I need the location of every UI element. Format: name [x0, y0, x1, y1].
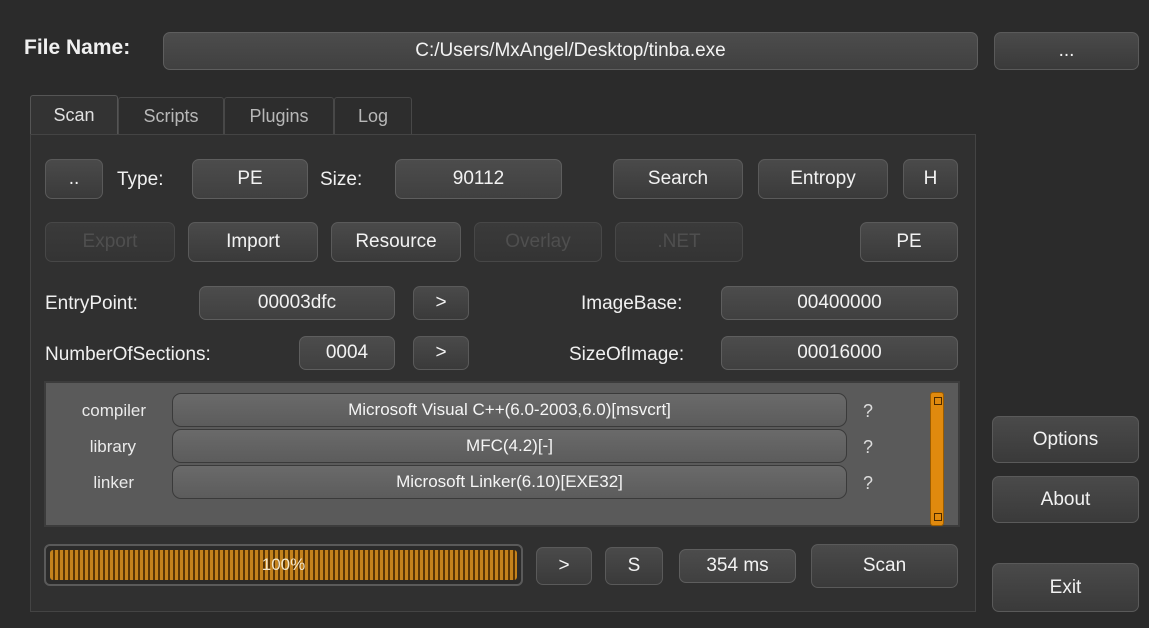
result-info-button[interactable]: ?: [863, 473, 873, 494]
type-field[interactable]: PE: [192, 159, 308, 199]
pe-button[interactable]: PE: [860, 222, 958, 262]
overlay-button[interactable]: Overlay: [474, 222, 602, 262]
entrypoint-go-button[interactable]: >: [413, 286, 469, 320]
scroll-up-arrow[interactable]: [934, 397, 942, 405]
progress-text: 100%: [261, 555, 306, 574]
result-info-button[interactable]: ?: [863, 437, 873, 458]
import-button[interactable]: Import: [188, 222, 318, 262]
about-button[interactable]: About: [992, 476, 1139, 523]
type-label: Type:: [117, 169, 164, 190]
exit-button[interactable]: Exit: [992, 563, 1139, 612]
scroll-down-arrow[interactable]: [934, 513, 942, 521]
entrypoint-label: EntryPoint:: [45, 293, 138, 314]
results-scrollbar[interactable]: [930, 392, 944, 526]
size-label: Size:: [320, 169, 363, 190]
file-path-field[interactable]: C:/Users/MxAngel/Desktop/tinba.exe: [163, 32, 978, 70]
result-type: compiler: [81, 401, 146, 420]
search-button[interactable]: Search: [613, 159, 743, 199]
sizeofimage-field[interactable]: 00016000: [721, 336, 958, 370]
scan-progress-bar: 100%: [44, 544, 523, 586]
scan-button[interactable]: Scan: [811, 544, 958, 588]
numsections-field[interactable]: 0004: [299, 336, 395, 370]
tab-scripts[interactable]: Scripts: [118, 97, 224, 134]
tab-plugins[interactable]: Plugins: [224, 97, 334, 134]
scan-time-field: 354 ms: [679, 549, 796, 583]
result-value[interactable]: Microsoft Visual C++(6.0-2003,6.0)[msvcr…: [172, 393, 847, 427]
progress-fill: 100%: [50, 550, 517, 580]
scan-panel: [30, 134, 976, 612]
size-field: 90112: [395, 159, 562, 199]
progress-go-button[interactable]: >: [536, 547, 592, 585]
entropy-button[interactable]: Entropy: [758, 159, 888, 199]
imagebase-field[interactable]: 00400000: [721, 286, 958, 320]
entrypoint-field[interactable]: 00003dfc: [199, 286, 395, 320]
browse-button[interactable]: ...: [994, 32, 1139, 70]
file-info-button[interactable]: ..: [45, 159, 103, 199]
sizeofimage-label: SizeOfImage:: [569, 344, 685, 365]
sections-go-button[interactable]: >: [413, 336, 469, 370]
resource-button[interactable]: Resource: [331, 222, 461, 262]
result-info-button[interactable]: ?: [863, 401, 873, 422]
tab-log[interactable]: Log: [334, 97, 412, 134]
hex-button[interactable]: H: [903, 159, 958, 199]
s-button[interactable]: S: [605, 547, 663, 585]
imagebase-label: ImageBase:: [581, 293, 683, 314]
result-value[interactable]: MFC(4.2)[-]: [172, 429, 847, 463]
result-type: linker: [93, 473, 134, 492]
export-button[interactable]: Export: [45, 222, 175, 262]
file-name-label: File Name:: [24, 36, 131, 59]
result-type: library: [89, 437, 136, 456]
tab-scan[interactable]: Scan: [30, 95, 118, 135]
result-value[interactable]: Microsoft Linker(6.10)[EXE32]: [172, 465, 847, 499]
net-button[interactable]: .NET: [615, 222, 743, 262]
numsections-label: NumberOfSections:: [45, 344, 211, 365]
options-button[interactable]: Options: [992, 416, 1139, 463]
